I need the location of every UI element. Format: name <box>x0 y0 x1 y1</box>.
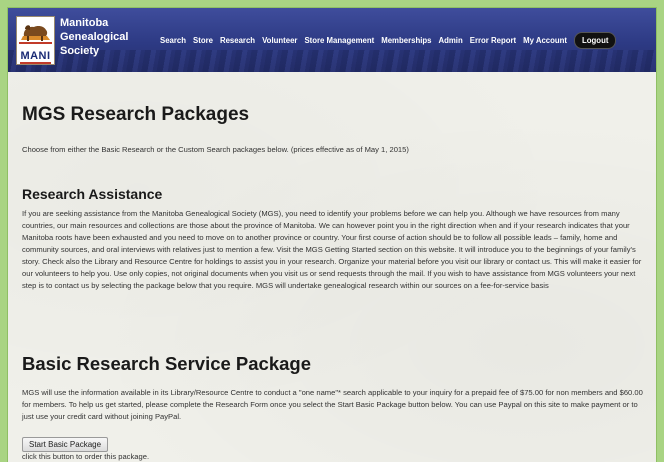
nav-my-account[interactable]: My Account <box>523 36 567 45</box>
start-package-hint: click this button to order this package. <box>22 452 150 461</box>
nav-volunteer[interactable]: Volunteer <box>262 36 297 45</box>
main-nav: Search Store Research Volunteer Store Ma… <box>160 32 617 49</box>
nav-admin[interactable]: Admin <box>438 36 462 45</box>
page-frame: MANI Manitoba Genealogical Society Searc… <box>8 8 656 462</box>
nav-search[interactable]: Search <box>160 36 186 45</box>
intro-text: Choose from either the Basic Research or… <box>22 145 409 154</box>
nav-error-report[interactable]: Error Report <box>470 36 516 45</box>
nav-store[interactable]: Store <box>193 36 213 45</box>
main-content: MGS Research Packages Choose from either… <box>8 72 656 462</box>
bison-logo-icon <box>19 25 52 44</box>
logo-text: MANI <box>20 50 51 64</box>
org-name-line-1: Manitoba <box>60 17 109 29</box>
org-name: Manitoba Genealogical Society <box>60 16 128 58</box>
basic-package-heading: Basic Research Service Package <box>22 353 312 374</box>
site-header: MANI Manitoba Genealogical Society Searc… <box>8 8 656 72</box>
start-basic-package-button[interactable]: Start Basic Package <box>22 437 109 452</box>
nav-store-management[interactable]: Store Management <box>304 36 374 45</box>
mgs-logo[interactable]: MANI <box>16 16 55 65</box>
nav-memberships[interactable]: Memberships <box>381 36 431 45</box>
nav-research[interactable]: Research <box>220 36 255 45</box>
org-name-line-3: Society <box>60 45 100 57</box>
research-assistance-heading: Research Assistance <box>22 186 163 202</box>
basic-package-text: MGS will use the information available i… <box>22 388 643 421</box>
page-title: MGS Research Packages <box>22 104 250 125</box>
research-assistance-text: If you are seeking assistance from the M… <box>22 209 642 290</box>
org-name-line-2: Genealogical <box>60 31 129 43</box>
logout-button[interactable]: Logout <box>574 32 617 49</box>
